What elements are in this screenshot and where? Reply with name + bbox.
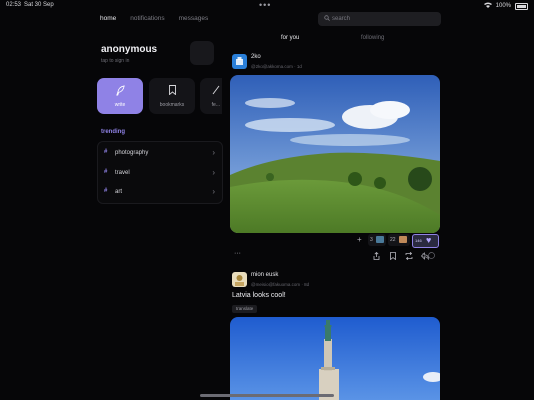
- battery-percent: 100%: [495, 3, 511, 9]
- trending-item[interactable]: # art ›: [98, 182, 222, 202]
- heart-icon: ♥: [426, 235, 432, 245]
- status-bar: 02:53 Sat 30 Sep ••• 100%: [0, 0, 534, 12]
- status-right: 100%: [483, 2, 528, 10]
- repost-icon[interactable]: [405, 251, 413, 262]
- status-date: Sat 30 Sep: [24, 2, 54, 8]
- chevron-right-icon: ›: [212, 168, 215, 177]
- bookmarks-label: bookmarks: [159, 102, 185, 108]
- bookmark-icon: [149, 85, 195, 98]
- more-button[interactable]: fe...: [200, 78, 222, 114]
- trending-item-label: photography: [115, 150, 149, 156]
- hashtag-icon: #: [104, 169, 108, 175]
- tab-following[interactable]: following: [361, 35, 384, 41]
- trending-list: # photography › # travel › # art ›: [97, 141, 223, 204]
- top-nav: home notifications messages: [100, 15, 208, 22]
- post-author-avatar[interactable]: [232, 272, 247, 287]
- nav-home[interactable]: home: [100, 15, 116, 22]
- add-reaction-icon[interactable]: +: [357, 235, 362, 244]
- trending-item[interactable]: # photography ›: [98, 143, 222, 163]
- nav-notifications[interactable]: notifications: [130, 15, 164, 22]
- reply-total: 0: [422, 253, 425, 259]
- trending-item-label: travel: [115, 170, 130, 176]
- more-label: fe...: [211, 102, 220, 108]
- post-author-name[interactable]: mion eusk: [251, 272, 278, 278]
- avatar[interactable]: [190, 41, 214, 65]
- search-input[interactable]: search: [318, 12, 441, 26]
- reaction-count: 3: [370, 237, 373, 243]
- reaction-count: 22: [390, 237, 396, 243]
- post-actions: ··· x 0: [230, 250, 440, 262]
- search-icon: [324, 15, 330, 23]
- nav-messages[interactable]: messages: [179, 15, 209, 22]
- post-handle-text: @meisio@fakuoma.com: [251, 282, 301, 287]
- wifi-icon: [483, 2, 492, 10]
- post-age: 1d: [296, 64, 302, 69]
- comment-icon[interactable]: [427, 252, 435, 261]
- reactions-bar: + 3 22 146 ♥: [230, 234, 440, 248]
- reaction-emoji-icon: [399, 236, 407, 243]
- more-icon: [200, 85, 222, 98]
- chevron-right-icon: ›: [212, 187, 215, 196]
- trending-item-label: art: [115, 189, 123, 195]
- post-text: Latvia looks cool!: [232, 292, 286, 299]
- hashtag-icon: #: [104, 149, 108, 155]
- status-time: 02:53: [6, 2, 22, 8]
- chevron-right-icon: ›: [212, 148, 215, 157]
- trending-heading: trending: [101, 129, 125, 135]
- trending-item[interactable]: # travel ›: [98, 163, 222, 183]
- feather-icon: [97, 85, 143, 99]
- post-author-handle: @meisio@fakuoma.com · 8d: [251, 282, 310, 287]
- reaction-pill[interactable]: 22: [388, 234, 410, 246]
- post-image[interactable]: [230, 317, 440, 400]
- post-age: 8d: [304, 282, 310, 287]
- post-image[interactable]: [230, 75, 440, 233]
- profile-subtitle[interactable]: tap to sign in: [101, 58, 129, 64]
- post-author-handle: @2ko@akkoma.com · 1d: [251, 64, 302, 69]
- battery-icon: [515, 2, 528, 10]
- reaction-pill[interactable]: 3: [368, 234, 386, 246]
- reaction-count: 146: [415, 238, 422, 243]
- post-author-avatar[interactable]: [232, 54, 247, 69]
- multitasking-dots-icon[interactable]: •••: [259, 0, 271, 10]
- reaction-pill-active[interactable]: 146 ♥: [412, 234, 439, 248]
- post-author-name[interactable]: 2ko: [251, 54, 261, 60]
- post-handle-text: @2ko@akkoma.com: [251, 64, 293, 69]
- search-placeholder: search: [332, 16, 351, 22]
- bookmark-icon[interactable]: [390, 252, 396, 262]
- more-options-icon[interactable]: ···: [234, 250, 241, 257]
- home-indicator[interactable]: [200, 394, 334, 397]
- write-label: write: [114, 102, 126, 108]
- tab-for-you[interactable]: for you: [281, 35, 299, 41]
- bookmarks-button[interactable]: bookmarks: [149, 78, 195, 114]
- write-button[interactable]: write: [97, 78, 143, 114]
- share-icon[interactable]: [373, 251, 380, 262]
- translate-button[interactable]: translate: [232, 305, 258, 313]
- reaction-emoji-icon: [376, 236, 384, 243]
- hashtag-icon: #: [104, 188, 108, 194]
- profile-name[interactable]: anonymous: [101, 44, 157, 55]
